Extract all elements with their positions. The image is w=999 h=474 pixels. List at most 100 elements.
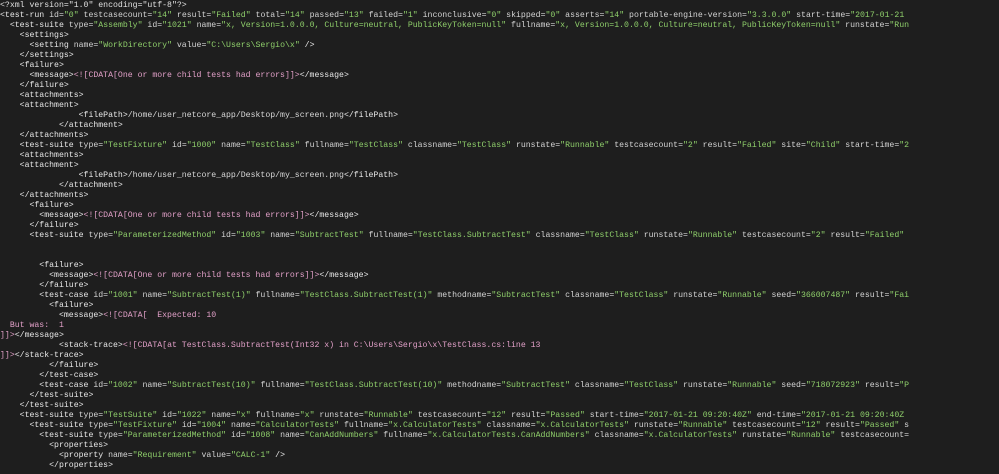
code-token: </message> — [319, 271, 369, 280]
code-token: "TestClass" — [348, 141, 403, 150]
code-token: /home/user_netcore_app/Desktop/my_screen… — [127, 171, 344, 180]
code-token: <![CDATA[One or more child tests had err… — [83, 211, 310, 220]
code-token: "TestSuite" — [103, 411, 158, 420]
code-line: <test-suite type="TestSuite" id="1022" n… — [0, 411, 999, 421]
code-token: "1003" — [235, 231, 266, 240]
code-token: "3.3.0.0" — [746, 11, 792, 20]
code-token: result= — [172, 11, 212, 20]
code-token: "Runnable" — [363, 411, 413, 420]
code-line: <test-run id="0" testcasecount="14" resu… — [0, 11, 999, 21]
code-line: <setting name="WorkDirectory" value="C:\… — [0, 41, 999, 51]
code-token: id= — [142, 21, 163, 30]
code-token: /> — [270, 451, 286, 460]
code-token: site= — [776, 141, 806, 150]
code-line: </failure> — [0, 361, 999, 371]
code-token: passed= — [304, 11, 344, 20]
code-token: <![CDATA[One or more child tests had err… — [93, 271, 320, 280]
code-token: id= — [176, 421, 197, 430]
code-line: <message><![CDATA[One or more child test… — [0, 271, 999, 281]
code-token: </message> — [14, 331, 64, 340]
code-line: <property name="Requirement" value="CALC… — [0, 451, 999, 461]
code-token: name= — [108, 451, 133, 460]
code-token: "Requirement" — [132, 451, 197, 460]
code-line: </failure> — [0, 81, 999, 91]
code-token: "1021" — [162, 21, 192, 30]
code-token: "TestFixture" — [103, 141, 168, 150]
code-view[interactable]: <?xml version="1.0" encoding="utf-8"?> <t… — [0, 0, 999, 471]
code-token: start-time= — [840, 141, 900, 150]
code-token: "2017-01-21 09:20:40Z" — [643, 411, 752, 420]
code-line: <filePath>/home/user_netcore_app/Desktop… — [0, 111, 999, 121]
code-line: </test-case> — [0, 371, 999, 381]
code-token: type= — [88, 421, 114, 430]
code-token: name= — [275, 431, 305, 440]
code-token: <test-suite — [0, 411, 79, 420]
code-token: name= — [265, 231, 295, 240]
code-token: <test-suite — [0, 141, 79, 150]
code-line: <failure> — [0, 261, 999, 271]
code-token: </test-suite> — [0, 401, 84, 410]
code-token: value= — [196, 451, 231, 460]
code-token: <test-suite — [0, 21, 69, 30]
code-token: "14" — [152, 11, 172, 20]
code-token: <failure> — [0, 61, 64, 70]
code-token: "14" — [604, 11, 625, 20]
code-token: </message> — [299, 71, 349, 80]
code-line: <attachment> — [0, 161, 999, 171]
code-token: start-time= — [584, 411, 644, 420]
code-token: "1004" — [196, 421, 227, 430]
code-token: runstate= — [638, 231, 688, 240]
code-token: <test-run — [0, 11, 50, 20]
code-token: </failure> — [0, 221, 79, 230]
code-token: "Failed" — [737, 141, 777, 150]
code-token: fullname= — [363, 231, 413, 240]
code-token: "1" — [402, 11, 418, 20]
code-token: "x.CalculatorTests" — [388, 421, 482, 430]
code-token: classname= — [589, 431, 644, 440]
code-token: </attachment> — [0, 121, 123, 130]
code-token: "SubtractTest" — [501, 381, 571, 390]
code-token: fullname= — [378, 431, 428, 440]
code-token: <settings> — [0, 31, 69, 40]
code-token: ]]> — [0, 351, 15, 360]
code-token: <![CDATA[at TestClass.SubtractTest(Int32… — [122, 341, 541, 350]
code-token: ]]> — [0, 331, 15, 340]
code-token: <attachments> — [0, 151, 84, 160]
code-token: "CanAddNumbers" — [304, 431, 379, 440]
code-line: </attachment> — [0, 181, 999, 191]
code-token: "TestFixture" — [113, 421, 177, 430]
code-token: <properties> — [0, 441, 109, 450]
code-line: </settings> — [0, 51, 999, 61]
code-line: </properties> — [0, 461, 999, 471]
code-token: runstate= — [314, 411, 364, 420]
code-token: fullname= — [299, 141, 349, 150]
code-token: <message> — [0, 311, 104, 320]
code-token: start-time= — [791, 11, 851, 20]
code-line: <test-suite type="TestFixture" id="1004"… — [0, 421, 999, 431]
code-token: "2017-01-21 09:20:40Z — [800, 411, 905, 420]
xml-editor[interactable]: <?xml version="1.0" encoding="utf-8"?> <t… — [0, 0, 999, 474]
code-token: fullname= — [250, 291, 300, 300]
code-token: <test-case — [0, 381, 94, 390]
code-token: <message> — [0, 211, 84, 220]
code-token: name= — [216, 141, 246, 150]
code-token: id= — [157, 411, 177, 420]
code-line: <settings> — [0, 31, 999, 41]
code-token: "x.CalculatorTests.CanAddNumbers" — [427, 431, 590, 440]
code-token: "12" — [486, 411, 507, 420]
code-line: ]]></stack-trace> — [0, 351, 999, 361]
code-token: "Runnable" — [786, 431, 836, 440]
code-token: classname= — [560, 291, 615, 300]
code-token: runstate= — [668, 291, 718, 300]
code-token: skipped= — [501, 11, 546, 20]
code-token: <test-suite — [0, 231, 89, 240]
code-token: </failure> — [0, 81, 69, 90]
code-token: </filePath> — [343, 111, 398, 120]
code-token: </stack-trace> — [14, 351, 84, 360]
code-token: name= — [206, 411, 236, 420]
code-token: </attachment> — [0, 181, 123, 190]
code-token: fullname= — [506, 21, 556, 30]
code-token: runstate= — [511, 141, 561, 150]
code-token: seed= — [776, 381, 806, 390]
